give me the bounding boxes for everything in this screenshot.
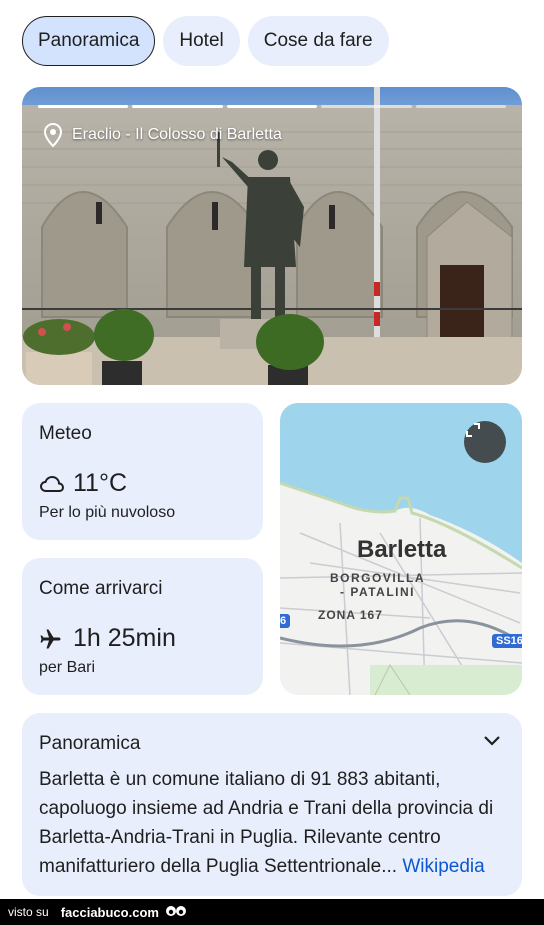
map-road-shield-left: 6 <box>280 614 291 628</box>
travel-destination: per Bari <box>39 659 96 676</box>
weather-condition: Per lo più nuvoloso <box>39 504 176 521</box>
airplane-icon <box>40 629 61 648</box>
expand-map-button[interactable] <box>464 421 506 463</box>
map-card[interactable]: Barletta BORGOVILLA - PATALINI ZONA 167 … <box>280 403 522 695</box>
footer-brand: facciabuco.com <box>60 904 159 920</box>
directions-title: Come arrivarci <box>39 578 163 599</box>
watermark-bar: visto su facciabuco.com <box>0 899 544 925</box>
place-label[interactable]: Eraclio - Il Colosso di Barletta <box>44 123 282 147</box>
hero-photo[interactable]: Eraclio - Il Colosso di Barletta <box>22 87 522 385</box>
map-neighborhood-label: BORGOVILLA - PATALINI <box>330 571 425 599</box>
overview-card[interactable]: Panoramica Barletta è un comune italiano… <box>22 713 522 896</box>
map-city-label: Barletta <box>357 536 447 563</box>
weather-temperature: 11°C <box>73 469 128 497</box>
weather-title: Meteo <box>39 423 92 444</box>
map-zone-label: ZONA 167 <box>318 608 383 622</box>
map-neighborhood-line1: BORGOVILLA <box>330 571 425 585</box>
tab-bar: Panoramica Hotel Cose da fare <box>22 16 389 66</box>
progress-segment <box>321 105 412 108</box>
progress-segment <box>38 105 129 108</box>
travel-duration: 1h 25min <box>73 624 176 652</box>
story-progress <box>38 105 507 108</box>
cloud-icon <box>39 475 65 492</box>
footer-prefix: visto su <box>8 905 49 919</box>
tab-cose-da-fare[interactable]: Cose da fare <box>247 16 389 66</box>
progress-segment <box>132 105 223 108</box>
weather-card[interactable]: Meteo 11°C Per lo più nuvoloso <box>22 403 263 540</box>
place-name: Eraclio - Il Colosso di Barletta <box>72 126 282 143</box>
wikipedia-link[interactable]: Wikipedia <box>402 856 484 877</box>
directions-card[interactable]: Come arrivarci 1h 25min per Bari <box>22 558 263 695</box>
googly-eyes-logo-icon <box>165 906 186 916</box>
progress-segment <box>415 105 507 108</box>
progress-segment <box>226 105 318 108</box>
map-neighborhood-line2: - PATALINI <box>340 585 415 599</box>
tab-panoramica[interactable]: Panoramica <box>22 16 156 66</box>
map-road-shield: SS16 <box>492 634 522 648</box>
overview-title: Panoramica <box>39 733 141 754</box>
tab-hotel[interactable]: Hotel <box>163 16 240 66</box>
overview-text: Barletta è un comune italiano di 91 883 … <box>39 765 508 881</box>
expand-icon <box>466 423 480 437</box>
chevron-down-icon[interactable] <box>482 733 502 747</box>
location-pin-icon <box>44 123 62 147</box>
